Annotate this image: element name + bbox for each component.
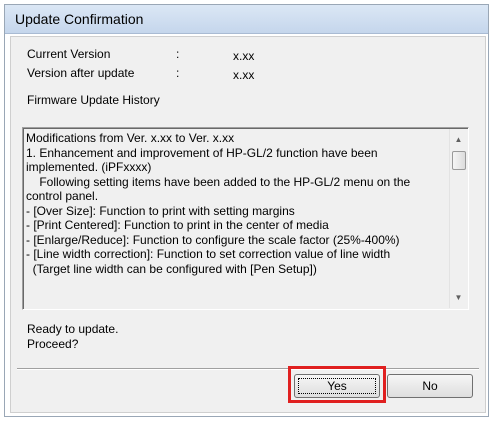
history-label: Firmware Update History <box>27 93 160 107</box>
history-line: - [Over Size]: Function to print with se… <box>26 203 295 218</box>
update-confirmation-dialog: Update Confirmation Current Version : x.… <box>4 4 489 417</box>
history-line: Following setting items have been added … <box>26 174 411 189</box>
current-version-value: x.xx <box>233 49 255 63</box>
scrollbar-thumb[interactable] <box>452 151 466 170</box>
scroll-up-arrow-icon[interactable]: ▲ <box>450 131 467 148</box>
firmware-history-text: Modifications from Ver. x.xx to Ver. x.x… <box>26 131 444 276</box>
firmware-history-textbox[interactable]: Modifications from Ver. x.xx to Ver. x.x… <box>22 127 469 310</box>
scroll-down-arrow-icon[interactable]: ▼ <box>450 289 467 306</box>
dialog-title: Update Confirmation <box>15 11 144 27</box>
current-version-colon: : <box>176 47 180 61</box>
after-version-colon: : <box>176 66 180 80</box>
history-line: Modifications from Ver. x.xx to Ver. x.x… <box>26 131 235 145</box>
yes-button-highlight <box>288 366 386 403</box>
history-line: 1. Enhancement and improvement of HP-GL/… <box>26 145 378 160</box>
history-line: - [Enlarge/Reduce]: Function to configur… <box>26 232 400 247</box>
history-line: (Target line width can be configured wit… <box>26 261 317 276</box>
current-version-label: Current Version <box>27 47 111 61</box>
history-line: - [Line width correction]: Function to s… <box>26 247 391 261</box>
title-bar[interactable]: Update Confirmation <box>5 5 488 34</box>
history-line: - [Print Centered]: Function to print in… <box>26 218 329 232</box>
no-button[interactable]: No <box>387 374 473 398</box>
history-line: implemented. (iPFxxxx) <box>26 160 152 174</box>
proceed-text: Proceed? <box>27 337 79 351</box>
after-version-label: Version after update <box>27 66 135 80</box>
separator-line <box>17 368 479 370</box>
dialog-body: Current Version : x.xx Version after upd… <box>10 36 486 413</box>
after-version-value: x.xx <box>233 68 255 82</box>
history-line: control panel. <box>26 189 99 203</box>
history-scrollbar[interactable]: ▲ ▼ <box>449 129 467 308</box>
ready-text: Ready to update. <box>27 322 119 336</box>
